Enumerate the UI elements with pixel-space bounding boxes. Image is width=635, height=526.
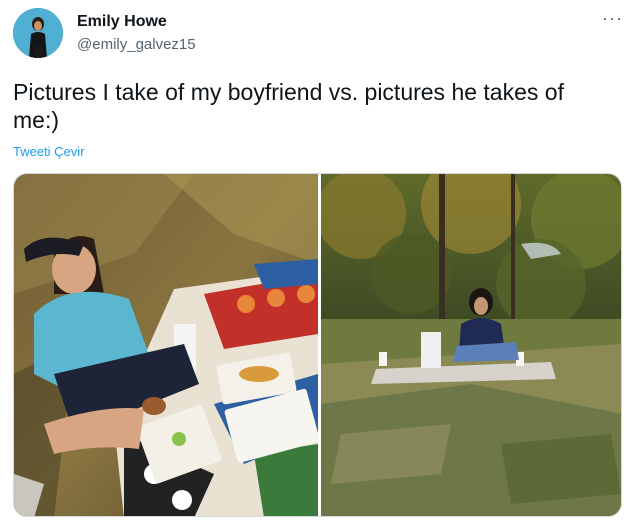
photo-boyfriend[interactable] <box>14 174 318 516</box>
tweet-text: Pictures I take of my boyfriend vs. pict… <box>13 79 564 133</box>
more-dots-icon[interactable]: ··· <box>602 8 623 29</box>
author-display-name[interactable]: Emily Howe <box>77 13 167 31</box>
photo-girlfriend[interactable] <box>321 174 621 516</box>
author-avatar[interactable] <box>13 8 63 58</box>
translate-tweet-link[interactable]: Tweeti Çevir <box>13 144 85 159</box>
author-handle[interactable]: @emily_galvez15 <box>77 36 196 53</box>
tweet-media <box>13 173 622 517</box>
